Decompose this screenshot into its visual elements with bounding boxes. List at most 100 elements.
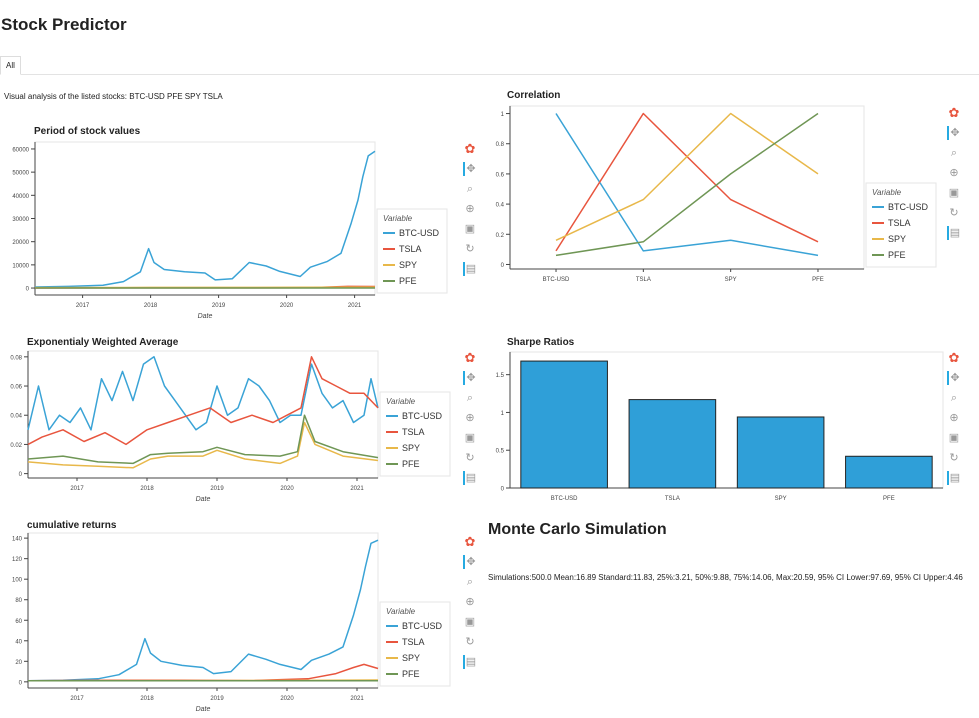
wheel-zoom-icon[interactable]: ⊕ — [947, 411, 961, 425]
x-tick-label: 2017 — [70, 696, 84, 702]
y-tick-label: 50000 — [12, 171, 29, 177]
x-tick-label: PFE — [883, 496, 895, 502]
save-icon[interactable]: ▣ — [463, 615, 477, 629]
y-tick-label: 0.4 — [496, 203, 505, 209]
save-icon[interactable]: ▣ — [947, 186, 961, 200]
x-tick-label: SPY — [775, 496, 787, 502]
y-tick-label: 140 — [12, 537, 23, 543]
wheel-zoom-icon[interactable]: ⊕ — [947, 166, 961, 180]
y-tick-label: 80 — [15, 598, 22, 604]
toolbar-correlation: ✿ ✥ ⌕ ⊕ ▣ ↻ ▤ — [947, 106, 961, 246]
box-zoom-icon[interactable]: ⌕ — [463, 391, 477, 405]
y-tick-label: 0 — [26, 287, 30, 293]
bokeh-logo-icon[interactable]: ✿ — [463, 142, 477, 156]
bokeh-logo-icon[interactable]: ✿ — [463, 535, 477, 549]
x-tick-label: TSLA — [636, 277, 651, 283]
x-axis-label: Date — [196, 496, 211, 503]
legend-label: SPY — [402, 653, 420, 663]
plot-area — [27, 532, 379, 689]
reset-icon[interactable]: ↻ — [947, 451, 961, 465]
hover-icon[interactable]: ▤ — [947, 471, 961, 485]
legend-title: Variable — [386, 607, 416, 616]
y-tick-label: 0 — [501, 487, 505, 493]
tab-divider — [0, 74, 979, 75]
x-tick-label: 2019 — [210, 486, 224, 492]
app-title: Stock Predictor — [1, 15, 127, 34]
x-tick-label: 2021 — [348, 303, 362, 309]
bar — [520, 360, 608, 489]
pan-icon[interactable]: ✥ — [463, 162, 477, 176]
y-tick-label: 20000 — [12, 240, 29, 246]
chart-sharpe: 0 0.5 1 1.5 BTC-USD TSLA SPY PFE — [496, 351, 944, 502]
legend-label: BTC-USD — [888, 202, 928, 212]
pan-icon[interactable]: ✥ — [463, 371, 477, 385]
hover-icon[interactable]: ▤ — [463, 262, 477, 276]
y-tick-label: 120 — [12, 557, 23, 563]
y-tick-label: 60000 — [12, 147, 29, 153]
reset-icon[interactable]: ↻ — [463, 635, 477, 649]
box-zoom-icon[interactable]: ⌕ — [947, 391, 961, 405]
reset-icon[interactable]: ↻ — [463, 451, 477, 465]
x-tick-label: 2018 — [144, 303, 158, 309]
y-tick-label: 30000 — [12, 217, 29, 223]
wheel-zoom-icon[interactable]: ⊕ — [463, 595, 477, 609]
y-tick-label: 0.6 — [496, 172, 505, 178]
x-tick-label: 2019 — [210, 696, 224, 702]
chart-correlation: 0 0.2 0.4 0.6 0.8 1 BTC-USD TSLA SPY PFE Variable B… — [496, 105, 937, 283]
legend-label: PFE — [402, 459, 420, 469]
wheel-zoom-icon[interactable]: ⊕ — [463, 411, 477, 425]
x-tick-label: 2020 — [280, 486, 294, 492]
y-tick-label: 1 — [501, 411, 505, 417]
bokeh-logo-icon[interactable]: ✿ — [463, 351, 477, 365]
pan-icon[interactable]: ✥ — [947, 126, 961, 140]
legend-label: TSLA — [888, 218, 911, 228]
y-tick-label: 0 — [19, 680, 23, 686]
box-zoom-icon[interactable]: ⌕ — [463, 575, 477, 589]
legend-label: PFE — [888, 250, 906, 260]
y-tick-label: 0.02 — [10, 443, 22, 449]
x-tick-label: 2020 — [280, 303, 294, 309]
x-tick-label: TSLA — [665, 496, 680, 502]
x-tick-label: 2021 — [350, 486, 364, 492]
reset-icon[interactable]: ↻ — [463, 242, 477, 256]
bar — [628, 399, 717, 489]
intro-text: Visual analysis of the listed stocks: BT… — [4, 92, 223, 101]
save-icon[interactable]: ▣ — [463, 431, 477, 445]
y-tick-label: 60 — [15, 619, 22, 625]
legend-label: PFE — [399, 276, 417, 286]
legend-label: SPY — [888, 234, 906, 244]
legend-label: BTC-USD — [402, 621, 442, 631]
x-tick-label: BTC-USD — [551, 496, 578, 502]
bokeh-logo-icon[interactable]: ✿ — [947, 106, 961, 120]
box-zoom-icon[interactable]: ⌕ — [463, 182, 477, 196]
bar — [736, 416, 825, 489]
chart-ewa: 0 0.02 0.04 0.06 0.08 2017 2018 2019 2020 2021 Dat… — [10, 350, 451, 503]
hover-icon[interactable]: ▤ — [947, 226, 961, 240]
legend-label: SPY — [399, 260, 417, 270]
legend-label: TSLA — [399, 244, 422, 254]
legend-label: SPY — [402, 443, 420, 453]
x-tick-label: 2018 — [140, 696, 154, 702]
wheel-zoom-icon[interactable]: ⊕ — [463, 202, 477, 216]
save-icon[interactable]: ▣ — [463, 222, 477, 236]
toolbar-cumulative: ✿ ✥ ⌕ ⊕ ▣ ↻ ▤ — [463, 535, 477, 675]
monte-carlo-results: Simulations:500.0 Mean:16.89 Standard:11… — [488, 573, 963, 582]
x-axis-label: Date — [198, 313, 213, 320]
x-tick-label: 2020 — [280, 696, 294, 702]
tab-all[interactable]: All — [0, 56, 21, 75]
y-tick-label: 1 — [501, 112, 505, 118]
reset-icon[interactable]: ↻ — [947, 206, 961, 220]
legend-label: BTC-USD — [399, 228, 439, 238]
box-zoom-icon[interactable]: ⌕ — [947, 146, 961, 160]
legend-title: Variable — [386, 397, 416, 406]
monte-carlo-title: Monte Carlo Simulation — [488, 521, 667, 538]
pan-icon[interactable]: ✥ — [463, 555, 477, 569]
hover-icon[interactable]: ▤ — [463, 471, 477, 485]
save-icon[interactable]: ▣ — [947, 431, 961, 445]
bokeh-logo-icon[interactable]: ✿ — [947, 351, 961, 365]
toolbar-sharpe: ✿ ✥ ⌕ ⊕ ▣ ↻ ▤ — [947, 351, 961, 491]
hover-icon[interactable]: ▤ — [463, 655, 477, 669]
chart-stock-values: 0 10000 20000 30000 40000 50000 60000 2017 2018 2… — [12, 141, 448, 320]
pan-icon[interactable]: ✥ — [947, 371, 961, 385]
bar — [845, 455, 933, 489]
